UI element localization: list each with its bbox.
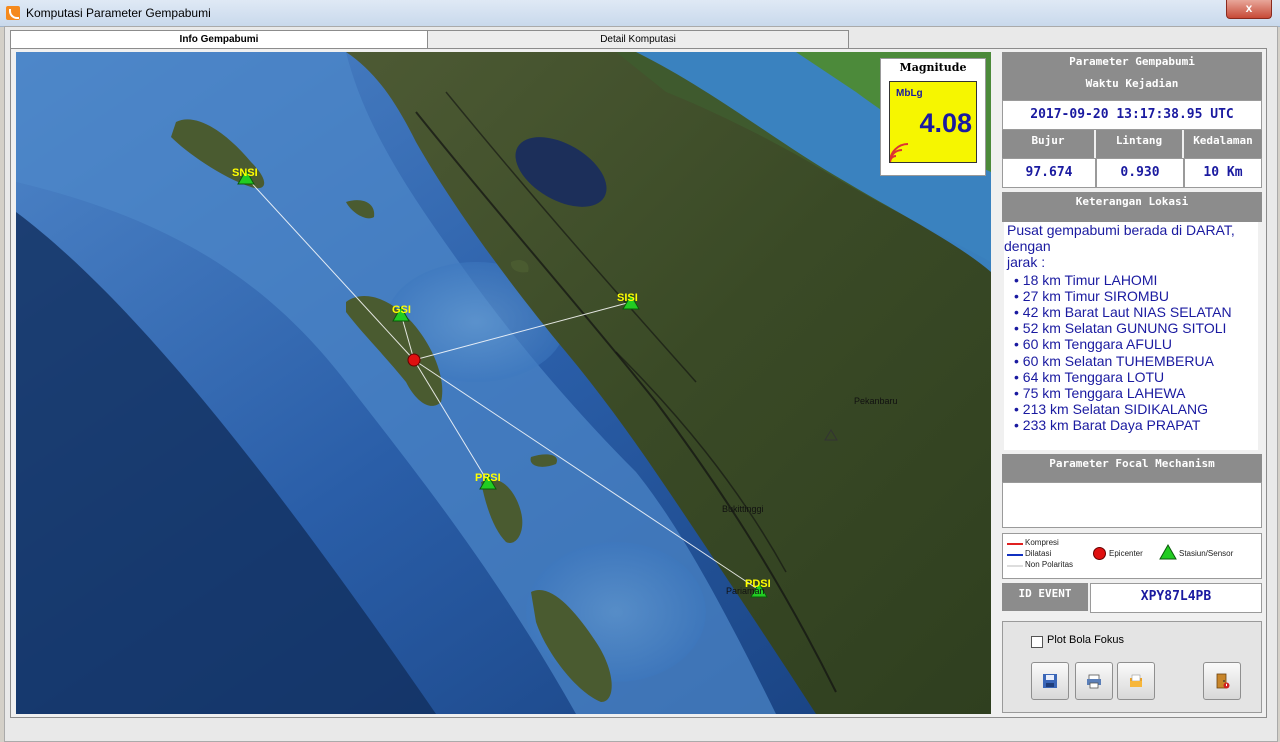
bujur-value: 97.674 bbox=[1002, 158, 1096, 188]
epicenter-legend-icon bbox=[1093, 547, 1106, 560]
event-id-label: ID EVENT bbox=[1002, 583, 1088, 611]
location-intro-1: Pusat gempabumi berada di DARAT, bbox=[1007, 222, 1235, 238]
focal-content bbox=[1002, 482, 1262, 528]
magnitude-panel: MbLg 4.08 bbox=[889, 81, 977, 163]
magnitude-box: Magnitude MbLg 4.08 bbox=[880, 58, 986, 176]
list-item: 18 km Timur LAHOMI bbox=[1014, 272, 1258, 288]
list-item: 64 km Tenggara LOTU bbox=[1014, 369, 1258, 385]
bujur-label: Bujur bbox=[1002, 130, 1094, 158]
param-header: Parameter Gempabumi bbox=[1002, 52, 1262, 72]
small-island bbox=[530, 454, 557, 467]
list-item: 27 km Timur SIROMBU bbox=[1014, 288, 1258, 304]
plot-bola-fokus-checkbox[interactable] bbox=[1031, 636, 1043, 648]
tab-detail-komputasi[interactable]: Detail Komputasi bbox=[427, 30, 849, 48]
magnitude-type: MbLg bbox=[896, 88, 923, 99]
time-label: Waktu Kejadian bbox=[1002, 72, 1262, 100]
list-item: 52 km Selatan GUNUNG SITOLI bbox=[1014, 320, 1258, 336]
kedalaman-value: 10 Km bbox=[1184, 158, 1262, 188]
list-item: 233 km Barat Daya PRAPAT bbox=[1014, 417, 1258, 433]
list-item: 60 km Tenggara AFULU bbox=[1014, 336, 1258, 352]
location-intro-3: jarak : bbox=[1007, 254, 1046, 271]
non-polaritas-swatch bbox=[1007, 565, 1023, 567]
location-intro-2: dengan bbox=[1004, 238, 1051, 255]
dilatasi-swatch bbox=[1007, 554, 1023, 556]
station-gsi[interactable]: GSI bbox=[392, 304, 411, 322]
list-item: 60 km Selatan TUHEMBERUA bbox=[1014, 353, 1258, 369]
station-legend-icon bbox=[1159, 544, 1177, 560]
title-bar: Komputasi Parameter Gempabumi x bbox=[0, 0, 1280, 27]
magnitude-title: Magnitude bbox=[899, 61, 967, 74]
map-canvas: SNSI GSI SISI PRSI PDSI Pekanbaru Bukitt… bbox=[16, 52, 991, 714]
location-header: Keterangan Lokasi bbox=[1002, 192, 1262, 222]
legend-epicenter: Epicenter bbox=[1109, 549, 1143, 558]
tab-info-gempabumi[interactable]: Info Gempabumi bbox=[10, 30, 428, 49]
kedalaman-label: Kedalaman bbox=[1184, 130, 1262, 158]
distance-list: 18 km Timur LAHOMI 27 km Timur SIROMBU 4… bbox=[1004, 272, 1258, 434]
window-close-button[interactable]: x bbox=[1226, 0, 1272, 19]
list-item: 213 km Selatan SIDIKALANG bbox=[1014, 401, 1258, 417]
magnitude-value: 4.08 bbox=[919, 108, 972, 138]
exit-button[interactable] bbox=[1203, 662, 1241, 700]
map-legend: Kompresi Dilatasi Non Polaritas Epicente… bbox=[1002, 533, 1262, 579]
window-title: Komputasi Parameter Gempabumi bbox=[26, 6, 211, 20]
seismic-wave-icon bbox=[890, 143, 909, 162]
epicenter-marker[interactable] bbox=[407, 353, 421, 367]
save-button[interactable] bbox=[1031, 662, 1069, 700]
list-item: 75 km Tenggara LAHEWA bbox=[1014, 385, 1258, 401]
legend-dilatasi: Dilatasi bbox=[1025, 549, 1052, 558]
controls-panel: Plot Bola Fokus bbox=[1002, 621, 1262, 713]
print-button[interactable] bbox=[1075, 662, 1113, 700]
station-label: SNSI bbox=[232, 167, 258, 179]
event-id-value: XPY87L4PB bbox=[1090, 583, 1262, 613]
station-label: SISI bbox=[617, 292, 638, 304]
lintang-label: Lintang bbox=[1096, 130, 1182, 158]
open-button[interactable] bbox=[1117, 662, 1155, 700]
exit-door-icon bbox=[1216, 673, 1230, 689]
place-label-bukittinggi: Bukittinggi bbox=[722, 504, 764, 514]
print-icon bbox=[1087, 674, 1101, 689]
legend-stasiun: Stasiun/Sensor bbox=[1179, 549, 1234, 558]
time-value: 2017-09-20 13:17:38.95 UTC bbox=[1002, 100, 1262, 130]
location-description: Pusat gempabumi berada di DARAT, dengan … bbox=[1004, 222, 1258, 450]
list-item: 42 km Barat Laut NIAS SELATAN bbox=[1014, 304, 1258, 320]
open-folder-icon bbox=[1130, 674, 1142, 687]
legend-non-polaritas: Non Polaritas bbox=[1025, 560, 1074, 569]
app-rss-icon bbox=[6, 6, 20, 20]
plot-bola-fokus-label: Plot Bola Fokus bbox=[1047, 634, 1125, 646]
station-label: PRSI bbox=[475, 472, 501, 484]
kompresi-swatch bbox=[1007, 543, 1023, 545]
save-icon bbox=[1043, 674, 1057, 688]
lintang-value: 0.930 bbox=[1096, 158, 1184, 188]
place-label-pariaman: Pariaman bbox=[726, 586, 765, 596]
earthquake-map[interactable]: SNSI GSI SISI PRSI PDSI Pekanbaru Bukitt… bbox=[16, 52, 991, 714]
place-label-pekanbaru: Pekanbaru bbox=[854, 396, 898, 406]
station-label: GSI bbox=[392, 304, 411, 316]
focal-header: Parameter Focal Mechanism bbox=[1002, 454, 1262, 482]
legend-kompresi: Kompresi bbox=[1025, 538, 1059, 547]
